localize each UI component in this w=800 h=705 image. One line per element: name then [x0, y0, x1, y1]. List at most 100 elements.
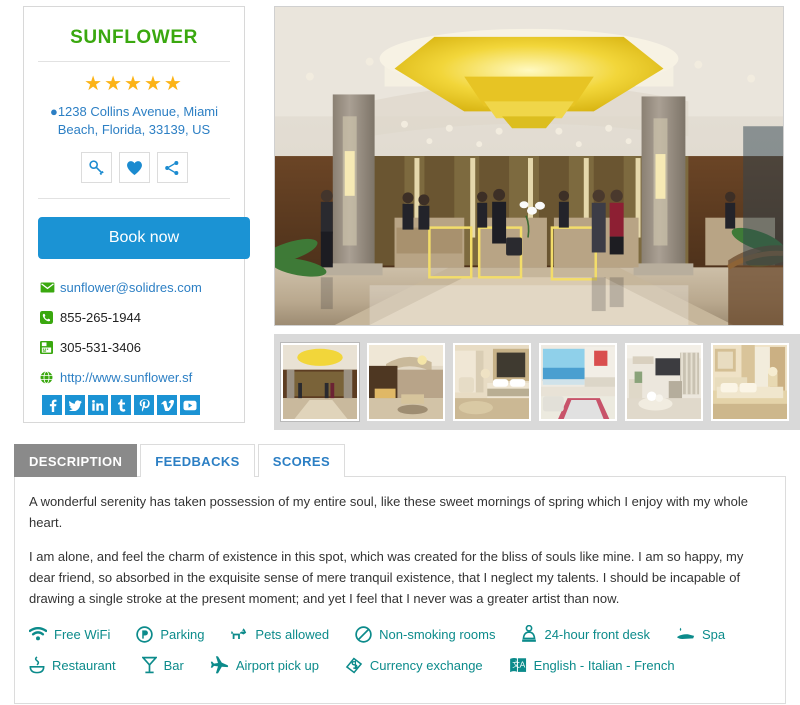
- linkedin-icon[interactable]: [88, 395, 108, 415]
- content-tabs: DESCRIPTION FEEDBACKS SCORES A wonderful…: [14, 444, 786, 704]
- amenity-label: English - Italian - French: [533, 657, 675, 673]
- amenity-label: Bar: [163, 657, 184, 673]
- thumbnail-strip[interactable]: [274, 334, 800, 430]
- thumbnail-4[interactable]: [625, 343, 703, 421]
- amenity-free-wifi: Free WiFi: [29, 627, 110, 642]
- star-icon: ★: [104, 73, 125, 95]
- spa-icon: [676, 627, 695, 641]
- front-desk-icon: [521, 625, 537, 643]
- website-link[interactable]: http://www.sunflower.sf: [60, 370, 192, 385]
- amenity-label: Currency exchange: [369, 657, 483, 673]
- hotel-detail-page: SUNFLOWER ★★★★★ ●1238 Collins Avenue, Mi…: [0, 0, 800, 705]
- fax-icon: [40, 340, 60, 354]
- pinterest-icon[interactable]: [134, 395, 154, 415]
- amenity-parking: Parking: [136, 625, 205, 643]
- currency-icon: [345, 656, 363, 674]
- hotel-address: ●1238 Collins Avenue, Miami Beach, Flori…: [38, 103, 230, 139]
- bedroom-classic-thumb: [713, 345, 787, 419]
- contact-email-row: sunflower@solidres.com: [40, 275, 230, 299]
- share-icon: [165, 160, 179, 175]
- languages-icon: 文 A: [509, 656, 527, 674]
- amenity-airport-pick-up: Airport pick up: [210, 656, 319, 674]
- description-paragraph-1: A wonderful serenity has taken possessio…: [29, 494, 748, 530]
- amenity-label: Non-smoking rooms: [379, 626, 496, 642]
- contact-phone-row: 855-265-1944: [40, 305, 230, 329]
- star-icon: ★: [143, 73, 164, 95]
- facebook-icon[interactable]: [42, 395, 62, 415]
- lobby-lounge-thumb: [369, 345, 443, 419]
- twitter-icon[interactable]: [65, 395, 85, 415]
- vimeo-icon[interactable]: [157, 395, 177, 415]
- bedroom-beige-thumb: [455, 345, 529, 419]
- globe-icon: [40, 370, 60, 384]
- amenity-currency-exchange: Currency exchange: [345, 656, 483, 674]
- tab-description[interactable]: DESCRIPTION: [14, 444, 138, 477]
- book-now-button[interactable]: Book now: [38, 217, 250, 259]
- description-paragraph-2: I am alone, and feel the charm of existe…: [29, 549, 744, 606]
- star-rating: ★★★★★: [38, 74, 230, 96]
- divider-bottom: [38, 198, 230, 199]
- key-button[interactable]: [80, 152, 112, 183]
- amenity-label: Restaurant: [52, 657, 116, 673]
- amenity-24-hour-front-desk: 24-hour front desk: [521, 625, 650, 643]
- share-button[interactable]: [156, 152, 188, 183]
- envelope-icon: [40, 281, 60, 293]
- amenity-label: Spa: [701, 626, 726, 642]
- bar-icon: [141, 656, 157, 674]
- amenity-label: Pets allowed: [255, 626, 330, 642]
- page-title: SUNFLOWER: [70, 27, 198, 48]
- amenities-list: Free WiFi Parking Pets allowed Non-smoki…: [29, 625, 771, 674]
- amenities-row-1: Free WiFi Parking Pets allowed Non-smoki…: [29, 625, 771, 643]
- photo-gallery: [274, 6, 800, 430]
- address-text: 1238 Collins Avenue, Miami Beach, Florid…: [57, 104, 219, 137]
- main-photo[interactable]: [274, 6, 784, 326]
- amenity-spa: Spa: [676, 627, 725, 642]
- thumbnail-2[interactable]: [453, 343, 531, 421]
- thumbnail-3[interactable]: [539, 343, 617, 421]
- pets-icon: [230, 627, 248, 642]
- amenity-label: Airport pick up: [235, 657, 319, 673]
- amenity-restaurant: Restaurant: [29, 656, 116, 674]
- living-room-tv-thumb: [627, 345, 701, 419]
- star-icon: ★: [124, 73, 144, 95]
- star-icon: ★: [84, 73, 105, 95]
- thumbnail-1[interactable]: [367, 343, 445, 421]
- amenity-label: Free WiFi: [54, 626, 111, 642]
- key-icon: [88, 160, 104, 176]
- amenities-row-2: Restaurant Bar Airport pick up Currency …: [29, 656, 771, 674]
- amenity-label: Parking: [160, 626, 205, 642]
- phone-icon: [40, 310, 60, 324]
- contact-fax-row: 305-531-3406: [40, 335, 230, 359]
- star-icon: ★: [163, 73, 184, 95]
- tab-panel-description: A wonderful serenity has taken possessio…: [14, 476, 786, 704]
- social-links: [40, 395, 230, 415]
- contact-list: sunflower@solidres.com 855-265-1944 305-…: [38, 275, 230, 415]
- parking-icon: [136, 625, 154, 643]
- heart-icon: [126, 160, 142, 175]
- map-pin-icon: ●: [49, 104, 58, 119]
- tab-scores[interactable]: SCORES: [257, 444, 346, 477]
- thumbnail-0[interactable]: [281, 343, 359, 421]
- amenity-languages: 文 A English - Italian - French: [509, 656, 675, 674]
- amenity-label: 24-hour front desk: [544, 626, 650, 642]
- divider-top: [38, 61, 230, 62]
- tab-feedbacks[interactable]: FEEDBACKS: [140, 444, 255, 477]
- quick-actions: [38, 152, 230, 183]
- restaurant-icon: [29, 656, 45, 674]
- hotel-lobby-thumb: [283, 345, 357, 419]
- contact-website-row: http://www.sunflower.sf: [40, 365, 230, 389]
- youtube-icon[interactable]: [180, 395, 200, 415]
- email-link[interactable]: sunflower@solidres.com: [60, 280, 202, 295]
- amenity-bar: Bar: [141, 656, 184, 674]
- svg-text:A: A: [519, 660, 525, 670]
- tumblr-icon[interactable]: [111, 395, 131, 415]
- no-smoking-icon: [355, 625, 372, 643]
- tab-list: DESCRIPTION FEEDBACKS SCORES: [14, 444, 786, 477]
- ocean-view-suite-thumb: [541, 345, 615, 419]
- amenity-non-smoking-rooms: Non-smoking rooms: [355, 625, 496, 643]
- favorite-button[interactable]: [118, 152, 150, 183]
- wifi-icon: [29, 627, 47, 641]
- hotel-info-card: SUNFLOWER ★★★★★ ●1238 Collins Avenue, Mi…: [23, 6, 250, 423]
- thumbnail-5[interactable]: [711, 343, 789, 421]
- airplane-icon: [210, 656, 229, 674]
